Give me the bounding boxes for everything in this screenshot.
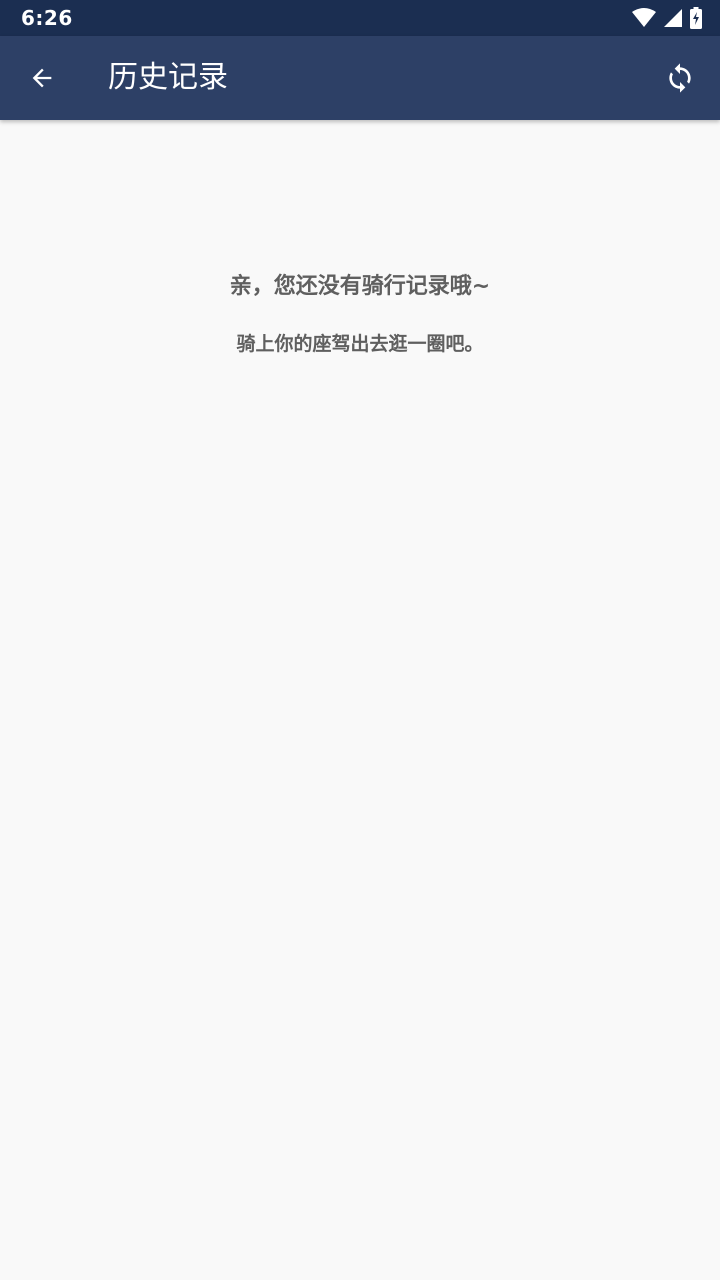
empty-state-subtitle: 骑上你的座驾出去逛一圈吧。	[236, 333, 484, 355]
back-button[interactable]	[18, 54, 66, 102]
status-bar: 6:26	[0, 0, 720, 36]
wifi-icon	[632, 8, 656, 27]
empty-state: 亲，您还没有骑行记录哦~ 骑上你的座驾出去逛一圈吧。	[0, 270, 720, 358]
refresh-icon	[669, 63, 691, 93]
status-icons	[624, 7, 702, 29]
arrow-back-icon	[32, 68, 52, 88]
empty-state-title: 亲，您还没有骑行记录哦~	[229, 274, 491, 299]
app-bar: 历史记录	[0, 36, 720, 120]
battery-charging-icon	[690, 7, 702, 29]
page-title: 历史记录	[108, 60, 228, 95]
signal-icon	[664, 9, 682, 27]
status-time: 6:26	[21, 6, 73, 30]
refresh-button[interactable]	[656, 54, 704, 102]
